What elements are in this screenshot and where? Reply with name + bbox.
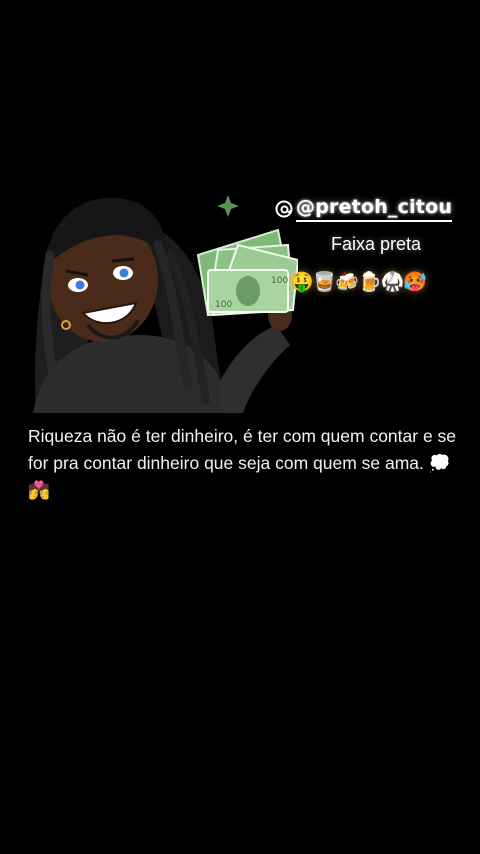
post-caption: Riqueza não é ter dinheiro, é ter com qu…: [28, 426, 457, 500]
avatar-holding-cash-sticker: 100 100: [28, 185, 298, 413]
sticker-subtitle: Faixa preta: [331, 234, 422, 254]
threads-icon: [274, 199, 294, 219]
creator-handle[interactable]: @pretoh_citou: [296, 196, 453, 222]
creator-handle-row[interactable]: @pretoh_citou: [274, 196, 453, 222]
svg-text:100: 100: [271, 276, 288, 286]
svg-text:100: 100: [215, 300, 232, 310]
emoji-strip: 🤑🥃🍻🍺🥋🥵: [290, 271, 427, 293]
